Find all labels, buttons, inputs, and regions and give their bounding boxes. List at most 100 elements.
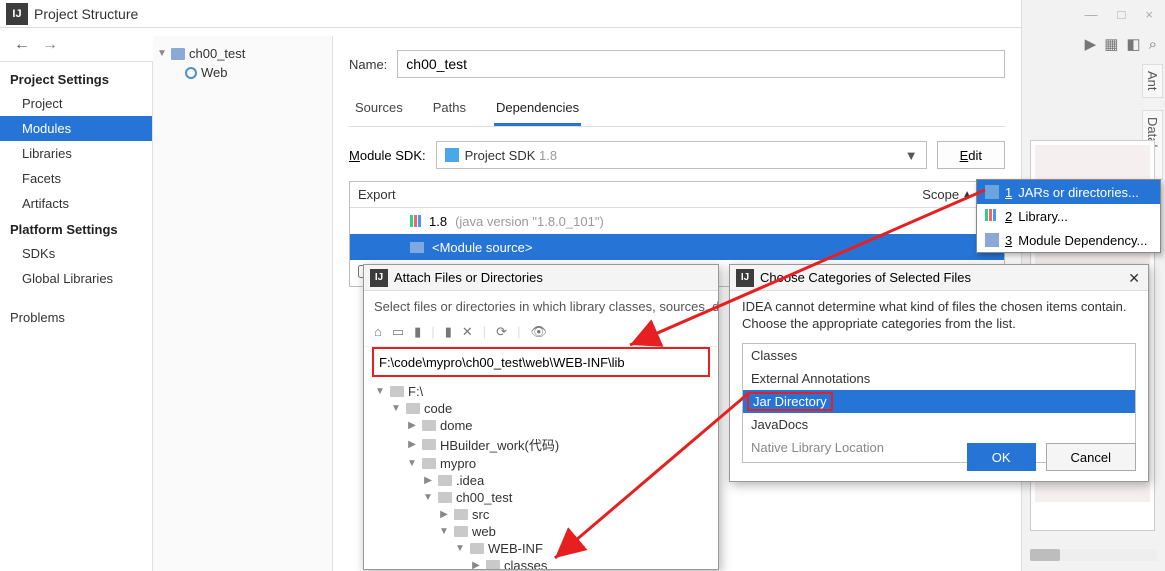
attach-title: Attach Files or Directories <box>394 270 543 285</box>
menu-library[interactable]: 2 Library... <box>977 204 1160 228</box>
forward-icon[interactable]: → <box>42 36 58 54</box>
attach-files-dialog: IJ Attach Files or Directories Select fi… <box>363 264 719 570</box>
edit-sdk-button[interactable]: Edit <box>937 141 1005 169</box>
menu-jars-or-directories[interactable]: 1 JARs or directories... <box>977 180 1160 204</box>
sdk-value: Project SDK 1.8 <box>465 148 558 163</box>
module-row-web[interactable]: Web <box>157 63 328 82</box>
attach-tree[interactable]: ▼F:\ ▼code ▶dome ▶HBuilder_work(代码) ▼myp… <box>364 379 718 570</box>
tree-row-web[interactable]: ▼web <box>374 523 708 540</box>
cancel-button[interactable]: Cancel <box>1046 443 1136 471</box>
tree-row[interactable]: ▶.idea <box>374 472 708 489</box>
choose-title: Choose Categories of Selected Files <box>760 270 1142 285</box>
tree-row[interactable]: ▶dome <box>374 417 708 434</box>
sidebar: Project Settings Project Modules Librari… <box>0 62 153 571</box>
folder-icon <box>422 458 436 469</box>
add-dependency-menu: 1 JARs or directories... 2 Library... 3 … <box>976 179 1161 253</box>
new-folder-icon[interactable]: ▮ <box>445 324 452 340</box>
module-row-root[interactable]: ▼ ch00_test <box>157 44 328 63</box>
library-icon <box>410 215 421 227</box>
desktop-icon[interactable]: ▭ <box>392 324 404 340</box>
dep-row-module-source[interactable]: <Module source> <box>350 234 1004 260</box>
layout-icon[interactable]: ▦ <box>1104 35 1118 53</box>
folder-icon <box>486 560 500 570</box>
tree-row-code[interactable]: ▼code <box>374 400 708 417</box>
sidebar-item-problems[interactable]: Problems <box>0 305 152 330</box>
tree-row-proj[interactable]: ▼ch00_test <box>374 489 708 506</box>
web-icon <box>185 67 197 79</box>
tree-row[interactable]: ▶HBuilder_work(代码) <box>374 434 708 455</box>
ok-button[interactable]: OK <box>967 443 1036 471</box>
dep-modsrc-label: <Module source> <box>432 240 532 255</box>
project-icon[interactable]: ▮ <box>414 324 421 340</box>
attach-toolbar: ⌂ ▭ ▮ | ▮ ✕ | ⟳ | 👁 <box>364 322 718 347</box>
search-icon[interactable]: ⌕ <box>1149 36 1157 53</box>
tree-row[interactable]: ▶src <box>374 506 708 523</box>
split-icon[interactable]: ◧ <box>1126 35 1140 53</box>
tab-dependencies[interactable]: Dependencies <box>494 94 581 126</box>
dep-jdk-ver: (java version "1.8.0_101") <box>455 214 604 229</box>
choose-close-icon[interactable]: ✕ <box>1128 270 1140 287</box>
app-icon: IJ <box>6 3 28 25</box>
menu-num: 3 <box>1005 233 1012 248</box>
tab-sources[interactable]: Sources <box>353 94 405 126</box>
ide-scrollbar[interactable] <box>1030 549 1157 561</box>
choose-opt-external-annotations[interactable]: External Annotations <box>743 367 1135 390</box>
folder-icon <box>422 439 436 450</box>
choose-categories-dialog: IJ Choose Categories of Selected Files ✕… <box>729 264 1149 482</box>
app-icon: IJ <box>736 269 754 287</box>
sidebar-item-global-libraries[interactable]: Global Libraries <box>0 266 152 291</box>
sidebar-item-sdks[interactable]: SDKs <box>0 241 152 266</box>
refresh-icon[interactable]: ⟳ <box>496 324 507 340</box>
choose-opt-classes[interactable]: Classes <box>743 344 1135 367</box>
build-icon[interactable]: ▶ <box>1085 35 1097 53</box>
sidebar-item-facets[interactable]: Facets <box>0 166 152 191</box>
jar-icon <box>985 185 999 199</box>
tree-row[interactable]: ▶classes <box>374 557 708 570</box>
name-label: Name: <box>349 57 387 72</box>
side-tab-ant[interactable]: Ant <box>1142 64 1163 98</box>
expand-icon[interactable]: ▼ <box>157 48 167 59</box>
path-input[interactable] <box>375 350 707 374</box>
ide-close-icon[interactable]: × <box>1145 7 1153 22</box>
sidebar-item-project[interactable]: Project <box>0 91 152 116</box>
menu-label: JARs or directories... <box>1018 185 1139 200</box>
folder-icon <box>438 475 452 486</box>
sidebar-item-modules[interactable]: Modules <box>0 116 152 141</box>
module-sdk-select[interactable]: Project SDK 1.8 ▼ <box>436 141 927 169</box>
folder-icon <box>454 526 468 537</box>
window-title: Project Structure <box>34 6 1125 22</box>
back-icon[interactable]: ← <box>14 36 30 54</box>
menu-label: Module Dependency... <box>1018 233 1147 248</box>
sidebar-item-libraries[interactable]: Libraries <box>0 141 152 166</box>
tabs: Sources Paths Dependencies <box>349 94 1005 127</box>
tree-row-mypro[interactable]: ▼mypro <box>374 455 708 472</box>
ide-min-icon[interactable]: — <box>1085 7 1098 22</box>
path-highlight-box <box>372 347 710 377</box>
ide-max-icon[interactable]: □ <box>1118 7 1126 22</box>
folder-icon <box>438 492 452 503</box>
folder-icon <box>422 420 436 431</box>
module-folder-icon <box>171 48 185 60</box>
choose-opt-jar-directory[interactable]: Jar Directory <box>743 390 1135 413</box>
attach-title-bar: IJ Attach Files or Directories <box>364 265 718 291</box>
home-icon[interactable]: ⌂ <box>374 324 382 340</box>
tree-row-webinf[interactable]: ▼WEB-INF <box>374 540 708 557</box>
menu-num: 2 <box>1005 209 1012 224</box>
folder-icon <box>454 509 468 520</box>
choose-title-bar: IJ Choose Categories of Selected Files <box>730 265 1148 291</box>
dropdown-caret-icon: ▼ <box>905 148 918 163</box>
scope-header[interactable]: Scope▲ <box>922 187 978 202</box>
folder-icon <box>410 242 424 253</box>
sidebar-item-artifacts[interactable]: Artifacts <box>0 191 152 216</box>
dep-row-jdk[interactable]: 1.8 (java version "1.8.0_101") <box>350 208 1004 234</box>
choose-opt-javadocs[interactable]: JavaDocs <box>743 413 1135 436</box>
name-input[interactable] <box>397 50 1005 78</box>
show-hidden-icon[interactable]: 👁 <box>530 324 547 340</box>
tree-row-drive[interactable]: ▼F:\ <box>374 383 708 400</box>
delete-icon[interactable]: ✕ <box>462 324 473 340</box>
library-icon <box>985 209 999 223</box>
tab-paths[interactable]: Paths <box>431 94 468 126</box>
sdk-icon <box>445 148 459 162</box>
folder-icon <box>390 386 404 397</box>
menu-module-dependency[interactable]: 3 Module Dependency... <box>977 228 1160 252</box>
